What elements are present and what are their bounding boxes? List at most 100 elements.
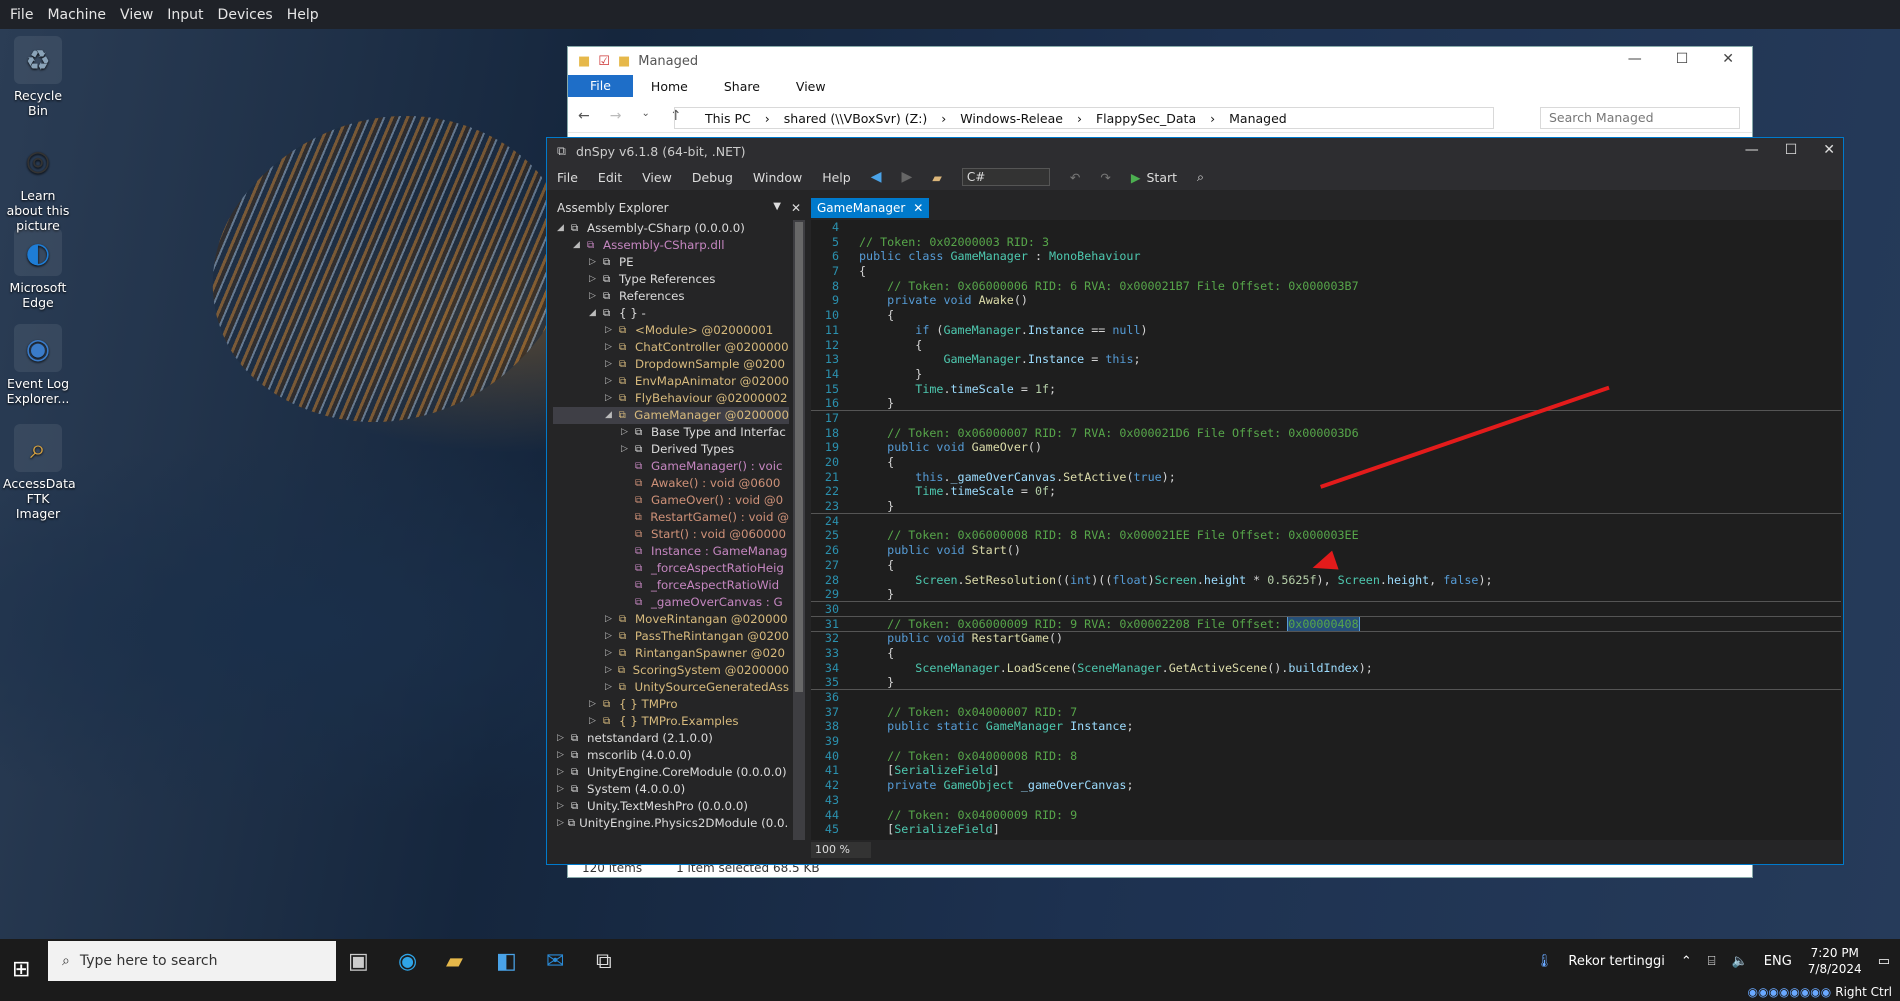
- close-icon[interactable]: ✕: [1722, 51, 1734, 67]
- language-select[interactable]: C#: [961, 168, 1050, 186]
- chevron-down-icon[interactable]: ▼: [773, 201, 781, 215]
- tree-node[interactable]: ▷ ⧉ PassTheRintangan @0200: [553, 628, 789, 645]
- chevron-right-icon[interactable]: ▷: [589, 713, 599, 730]
- host-menu-input[interactable]: Input: [167, 7, 203, 23]
- chevron-right-icon[interactable]: ▷: [605, 339, 615, 356]
- network-icon[interactable]: ⌸: [1708, 954, 1716, 969]
- tree-node[interactable]: ▷ ⧉ FlyBehaviour @02000002: [553, 390, 789, 407]
- chevron-down-icon[interactable]: ◢: [605, 407, 615, 424]
- tree-scrollbar[interactable]: [793, 220, 805, 840]
- breadcrumb-item[interactable]: This PC: [705, 111, 751, 126]
- tree-node[interactable]: ⧉ Start() : void @060000: [553, 526, 789, 543]
- file-explorer-icon[interactable]: ▰: [446, 949, 463, 974]
- breadcrumb-item[interactable]: Windows-Releae: [960, 111, 1063, 126]
- tree-node[interactable]: ▷ ⧉ System (4.0.0.0): [553, 781, 789, 798]
- chevron-up-icon[interactable]: ⌃: [1681, 954, 1692, 969]
- tree-node[interactable]: ◢ ⧉ { } -: [553, 305, 789, 322]
- tree-node[interactable]: ▷ ⧉ Unity.TextMeshPro (0.0.0.0): [553, 798, 789, 815]
- chevron-down-icon[interactable]: ◢: [589, 305, 599, 322]
- chevron-right-icon[interactable]: ▷: [605, 356, 615, 373]
- edge-icon[interactable]: ◉: [398, 949, 417, 974]
- weather-text[interactable]: Rekor tertinggi: [1568, 954, 1664, 969]
- zoom-select[interactable]: 100 %: [811, 842, 871, 858]
- tree-node[interactable]: ⧉ Awake() : void @0600: [553, 475, 789, 492]
- desktop-icon-2[interactable]: ◐ Microsoft Edge: [3, 228, 73, 310]
- start-button[interactable]: ▶ Start: [1131, 170, 1177, 185]
- code-editor[interactable]: 4 5 // Token: 0x02000003 RID: 3 6 public cla…: [811, 220, 1841, 840]
- host-menu-machine[interactable]: Machine: [47, 7, 106, 23]
- task-view-icon[interactable]: ▣: [348, 949, 369, 974]
- tree-node[interactable]: ▷ ⧉ References: [553, 288, 789, 305]
- tree-node[interactable]: ⧉ _forceAspectRatioHeig: [553, 560, 789, 577]
- notification-icon[interactable]: ▭: [1878, 954, 1890, 969]
- tree-node[interactable]: ▷ ⧉ { } TMPro: [553, 696, 789, 713]
- maximize-icon[interactable]: ☐: [1785, 142, 1798, 158]
- tree-node[interactable]: ▷ ⧉ UnitySourceGeneratedAss: [553, 679, 789, 696]
- ribbon-tab-view[interactable]: View: [778, 79, 844, 94]
- tree-node[interactable]: ⧉ Instance : GameManag: [553, 543, 789, 560]
- tree-node[interactable]: ⧉ GameManager() : voic: [553, 458, 789, 475]
- dnspy-menu-view[interactable]: View: [642, 170, 672, 185]
- tree-node[interactable]: ▷ ⧉ ScoringSystem @0200000: [553, 662, 789, 679]
- search-input[interactable]: Search Managed: [1540, 107, 1740, 129]
- chevron-right-icon[interactable]: ▷: [557, 815, 564, 832]
- language-indicator[interactable]: ENG: [1764, 954, 1792, 969]
- search-icon[interactable]: ⌕: [1197, 169, 1204, 185]
- tree-node[interactable]: ▷ ⧉ <Module> @02000001: [553, 322, 789, 339]
- store-icon[interactable]: ◧: [496, 949, 517, 974]
- close-icon[interactable]: ✕: [791, 201, 801, 215]
- tree-node[interactable]: ▷ ⧉ PE: [553, 254, 789, 271]
- ribbon-tab-file[interactable]: File: [568, 75, 633, 97]
- back-icon[interactable]: ←: [578, 108, 590, 124]
- open-folder-icon[interactable]: ▰: [932, 170, 942, 185]
- tree-node[interactable]: ▷ ⧉ mscorlib (4.0.0.0): [553, 747, 789, 764]
- desktop-icon-4[interactable]: ⌕ AccessData FTK Imager: [3, 424, 76, 521]
- chevron-right-icon[interactable]: ▷: [557, 764, 567, 781]
- tree-node[interactable]: ⧉ RestartGame() : void @: [553, 509, 789, 526]
- volume-icon[interactable]: 🔈: [1732, 954, 1748, 969]
- tree-node[interactable]: ▷ ⧉ Type References: [553, 271, 789, 288]
- host-menu-view[interactable]: View: [120, 7, 153, 23]
- clock[interactable]: 7:20 PM 7/8/2024: [1808, 945, 1862, 977]
- chevron-right-icon[interactable]: ▷: [621, 441, 631, 458]
- host-menu-file[interactable]: File: [10, 7, 33, 23]
- minimize-icon[interactable]: —: [1628, 51, 1642, 67]
- chevron-right-icon[interactable]: ▷: [589, 288, 599, 305]
- taskbar-search[interactable]: ⌕ Type here to search: [48, 941, 336, 981]
- tree-node[interactable]: ◢ ⧉ Assembly-CSharp (0.0.0.0): [553, 220, 789, 237]
- chevron-right-icon[interactable]: ▷: [605, 645, 615, 662]
- tree-node[interactable]: ▷ ⧉ EnvMapAnimator @02000: [553, 373, 789, 390]
- breadcrumb-item[interactable]: Managed: [1229, 111, 1287, 126]
- checkbox-icon[interactable]: ☑: [598, 54, 610, 69]
- breadcrumb[interactable]: This PC › shared (\\VBoxSvr) (Z:) › Windows-…: [674, 107, 1494, 129]
- dnspy-menu-window[interactable]: Window: [753, 170, 802, 185]
- forward-icon[interactable]: →: [610, 108, 622, 124]
- chevron-right-icon[interactable]: ▷: [605, 679, 615, 696]
- forward-icon[interactable]: ▶: [902, 169, 913, 185]
- chevron-right-icon[interactable]: ▷: [557, 730, 567, 747]
- tree-node[interactable]: ▷ ⧉ UnityEngine.Physics2DModule (0.0.0: [553, 815, 789, 832]
- breadcrumb-item[interactable]: FlappySec_Data: [1096, 111, 1196, 126]
- chevron-right-icon[interactable]: ▷: [621, 424, 631, 441]
- desktop-icon-3[interactable]: ◉ Event Log Explorer...: [3, 324, 73, 406]
- chevron-right-icon[interactable]: ▷: [557, 781, 567, 798]
- host-menu-devices[interactable]: Devices: [218, 7, 273, 23]
- tree-node[interactable]: ▷ ⧉ MoveRintangan @020000: [553, 611, 789, 628]
- tree-node[interactable]: ▷ ⧉ Derived Types: [553, 441, 789, 458]
- tree-node[interactable]: ▷ ⧉ UnityEngine.CoreModule (0.0.0.0): [553, 764, 789, 781]
- chevron-right-icon[interactable]: ▷: [605, 322, 615, 339]
- redo-icon[interactable]: ↷: [1100, 170, 1110, 185]
- windows-start-icon[interactable]: ⊞: [12, 957, 30, 982]
- mail-icon[interactable]: ✉: [546, 949, 564, 974]
- breadcrumb-item[interactable]: shared (\\VBoxSvr) (Z:): [784, 111, 928, 126]
- dnspy-taskbar-icon[interactable]: ⧉: [596, 949, 612, 974]
- chevron-down-icon[interactable]: ⌄: [641, 108, 649, 124]
- chevron-right-icon[interactable]: ▷: [605, 390, 615, 407]
- ribbon-tab-home[interactable]: Home: [633, 79, 706, 94]
- tree-node[interactable]: ⧉ _forceAspectRatioWid: [553, 577, 789, 594]
- chevron-right-icon[interactable]: ▷: [605, 373, 615, 390]
- chevron-right-icon[interactable]: ▷: [605, 628, 615, 645]
- chevron-right-icon[interactable]: ▷: [589, 696, 599, 713]
- tree-node[interactable]: ▷ ⧉ ChatController @0200000: [553, 339, 789, 356]
- tree-node[interactable]: ▷ ⧉ netstandard (2.1.0.0): [553, 730, 789, 747]
